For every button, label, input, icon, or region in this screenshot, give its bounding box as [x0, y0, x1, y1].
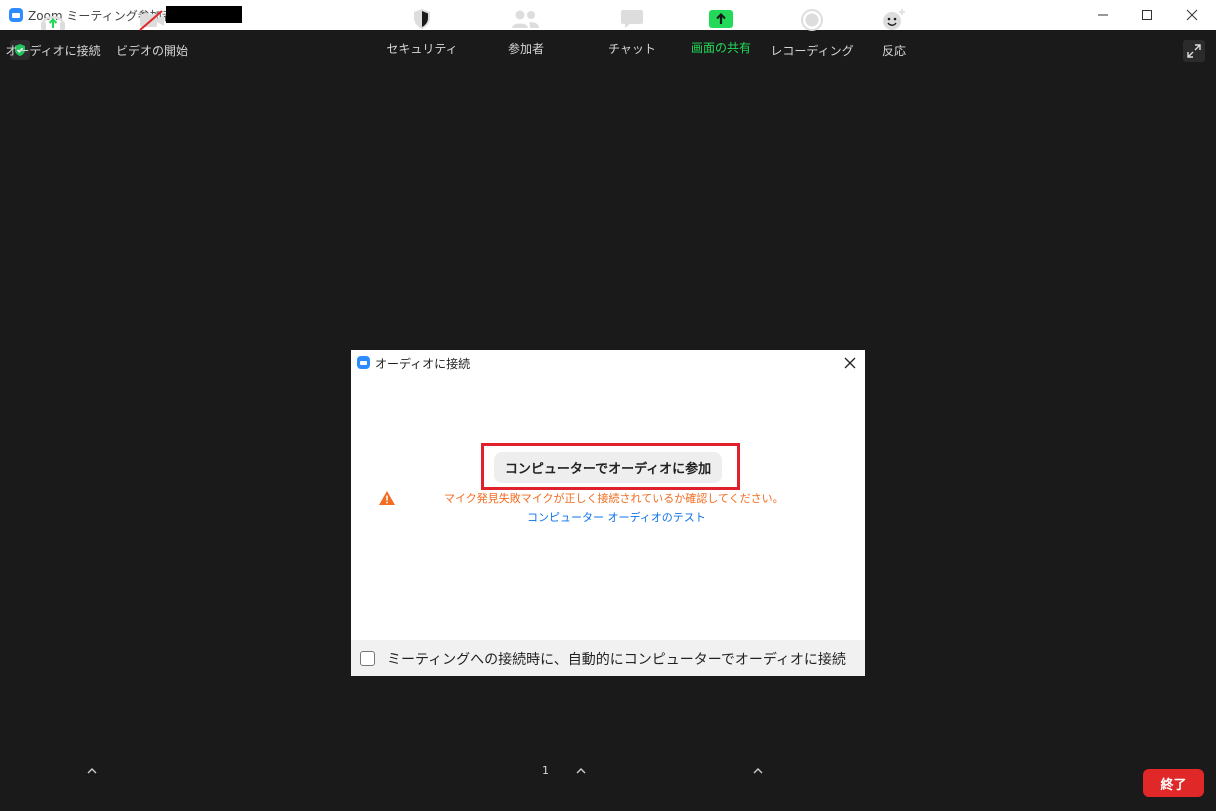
record-label: レコーディング: [770, 44, 854, 58]
maximize-icon: [1142, 10, 1152, 20]
emoji-add-icon: [883, 9, 905, 30]
participant-count: 1: [542, 764, 549, 777]
security-button[interactable]: セキュリティ: [382, 8, 462, 56]
video-off-icon: [139, 10, 164, 31]
meeting-toolbar: [0, 752, 1216, 811]
fullscreen-button[interactable]: [1183, 40, 1205, 62]
zoom-logo-icon: [357, 356, 370, 369]
chat-label: チャット: [608, 42, 656, 56]
share-label: 画面の共有: [690, 41, 751, 55]
chevron-up-icon: [87, 768, 97, 774]
headphone-icon: [41, 16, 65, 30]
record-button[interactable]: レコーディング: [770, 8, 854, 58]
record-icon: [801, 9, 823, 31]
security-label: セキュリティ: [386, 42, 458, 56]
reactions-button[interactable]: 反応: [864, 8, 924, 58]
video-label: ビデオの開始: [115, 44, 188, 58]
auto-join-checkbox[interactable]: [360, 651, 375, 666]
chevron-up-icon: [576, 768, 586, 774]
close-window-button[interactable]: [1169, 0, 1215, 30]
chevron-up-icon: [753, 768, 763, 774]
participants-icon: [512, 10, 539, 28]
audio-label: オーディオに接続: [5, 44, 101, 58]
dialog-title: オーディオに接続: [375, 357, 471, 371]
audio-options-caret[interactable]: [86, 766, 98, 776]
start-video-button[interactable]: ビデオの開始: [112, 8, 192, 58]
participants-label: 参加者: [507, 42, 544, 56]
dialog-close-button[interactable]: [841, 354, 859, 372]
end-meeting-button[interactable]: 終了: [1143, 769, 1204, 797]
join-computer-audio-button[interactable]: コンピューターでオーディオに参加: [494, 452, 722, 483]
warning-icon: [379, 491, 395, 505]
shield-icon: [414, 9, 430, 29]
dialog-footer: ミーティングへの接続時に、自動的にコンピューターでオーディオに接続: [351, 640, 865, 676]
chat-icon: [621, 10, 643, 28]
minimize-button[interactable]: [1080, 0, 1126, 30]
reactions-label: 反応: [881, 44, 906, 58]
share-options-caret[interactable]: [752, 766, 764, 776]
audio-connect-dialog: オーディオに接続 コンピューターでオーディオに参加 マイク発見失敗マイクが正しく…: [351, 350, 865, 676]
close-icon: [844, 357, 856, 369]
chat-button[interactable]: チャット: [592, 8, 672, 56]
maximize-button[interactable]: [1124, 0, 1170, 30]
audio-button[interactable]: オーディオに接続: [5, 8, 101, 58]
minimize-icon: [1098, 14, 1108, 16]
auto-join-label: ミーティングへの接続時に、自動的にコンピューターでオーディオに接続: [387, 652, 846, 668]
mic-warning-text: マイク発見失敗マイクが正しく接続されているか確認してください。: [444, 492, 784, 505]
close-icon: [1186, 9, 1198, 21]
expand-icon: [1187, 44, 1201, 58]
participants-options-caret[interactable]: [575, 766, 587, 776]
share-screen-button[interactable]: 画面の共有: [680, 8, 762, 56]
participants-button[interactable]: 参加者: [486, 8, 566, 56]
share-screen-icon: [709, 9, 733, 28]
test-audio-link[interactable]: コンピューター オーディオのテスト: [527, 509, 706, 525]
